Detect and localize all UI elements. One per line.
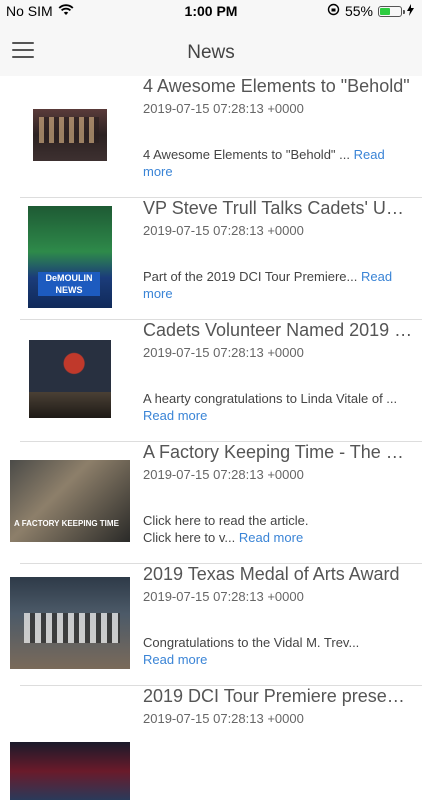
battery-icon: [378, 5, 405, 17]
news-excerpt: A hearty congratulations to Linda Vitale…: [143, 390, 415, 424]
news-item[interactable]: Cadets Volunteer Named 2019 Volunteer 20…: [0, 320, 422, 442]
news-excerpt: Congratulations to the Vidal M. Trev... R…: [143, 634, 415, 668]
orientation-lock-icon: [327, 3, 340, 19]
excerpt-text: Congratulations to the Vidal M. Trev...: [143, 635, 360, 650]
news-list: 4 Awesome Elements to "Behold" 2019-07-1…: [0, 76, 422, 808]
news-title: 2019 Texas Medal of Arts Award: [143, 564, 400, 584]
news-item[interactable]: A FACTORY KEEPING TIME A Factory Keeping…: [0, 442, 422, 564]
status-right: 55%: [327, 3, 414, 19]
battery-percent: 55%: [344, 3, 373, 19]
read-more-link[interactable]: Read more: [143, 408, 207, 423]
status-bar: No SIM 1:00 PM 55%: [0, 0, 422, 24]
news-excerpt: 4 Awesome Elements to "Behold" ... Read …: [143, 146, 415, 180]
nav-bar: News: [0, 24, 422, 76]
page-title: News: [187, 42, 235, 63]
read-more-link[interactable]: Read more: [143, 652, 207, 667]
news-thumbnail: [10, 324, 130, 434]
news-item[interactable]: 2019 DCI Tour Premiere presented 2019-07…: [0, 686, 422, 808]
news-date: 2019-07-15 07:28:13 +0000: [143, 467, 304, 482]
news-title: 4 Awesome Elements to "Behold": [143, 76, 410, 96]
excerpt-text: 4 Awesome Elements to "Behold" ...: [143, 147, 350, 162]
news-excerpt: Click here to read the article. Click he…: [143, 512, 415, 546]
news-title: Cadets Volunteer Named 2019 Volunteer: [143, 320, 413, 340]
thumbnail-caption: A FACTORY KEEPING TIME: [14, 519, 119, 528]
news-item[interactable]: 2019 Texas Medal of Arts Award 2019-07-1…: [0, 564, 422, 686]
news-excerpt: Part of the 2019 DCI Tour Premiere... Re…: [143, 268, 415, 302]
news-date: 2019-07-15 07:28:13 +0000: [143, 711, 304, 726]
news-title: 2019 DCI Tour Premiere presented: [143, 686, 413, 706]
news-item[interactable]: 4 Awesome Elements to "Behold" 2019-07-1…: [0, 76, 422, 198]
news-title: A Factory Keeping Time - The Story: [143, 442, 413, 462]
thumbnail-caption: NEWS: [55, 285, 83, 295]
excerpt-text: Part of the 2019 DCI Tour Premiere...: [143, 269, 358, 284]
news-thumbnail: [10, 568, 130, 678]
news-date: 2019-07-15 07:28:13 +0000: [143, 223, 304, 238]
news-thumbnail: DeMOULIN NEWS: [10, 202, 130, 312]
news-thumbnail: [10, 690, 130, 800]
news-date: 2019-07-15 07:28:13 +0000: [143, 345, 304, 360]
read-more-link[interactable]: Read more: [239, 530, 303, 545]
charging-icon: [407, 3, 414, 19]
thumbnail-caption: DeMOULIN: [45, 273, 93, 283]
news-thumbnail: [10, 80, 130, 190]
news-date: 2019-07-15 07:28:13 +0000: [143, 589, 304, 604]
news-title: VP Steve Trull Talks Cadets' Uniform: [143, 198, 413, 218]
excerpt-text: A hearty congratulations to Linda Vitale…: [143, 391, 398, 406]
news-date: 2019-07-15 07:28:13 +0000: [143, 101, 304, 116]
news-item[interactable]: DeMOULIN NEWS VP Steve Trull Talks Cadets…: [0, 198, 422, 320]
news-thumbnail: A FACTORY KEEPING TIME: [10, 446, 130, 556]
